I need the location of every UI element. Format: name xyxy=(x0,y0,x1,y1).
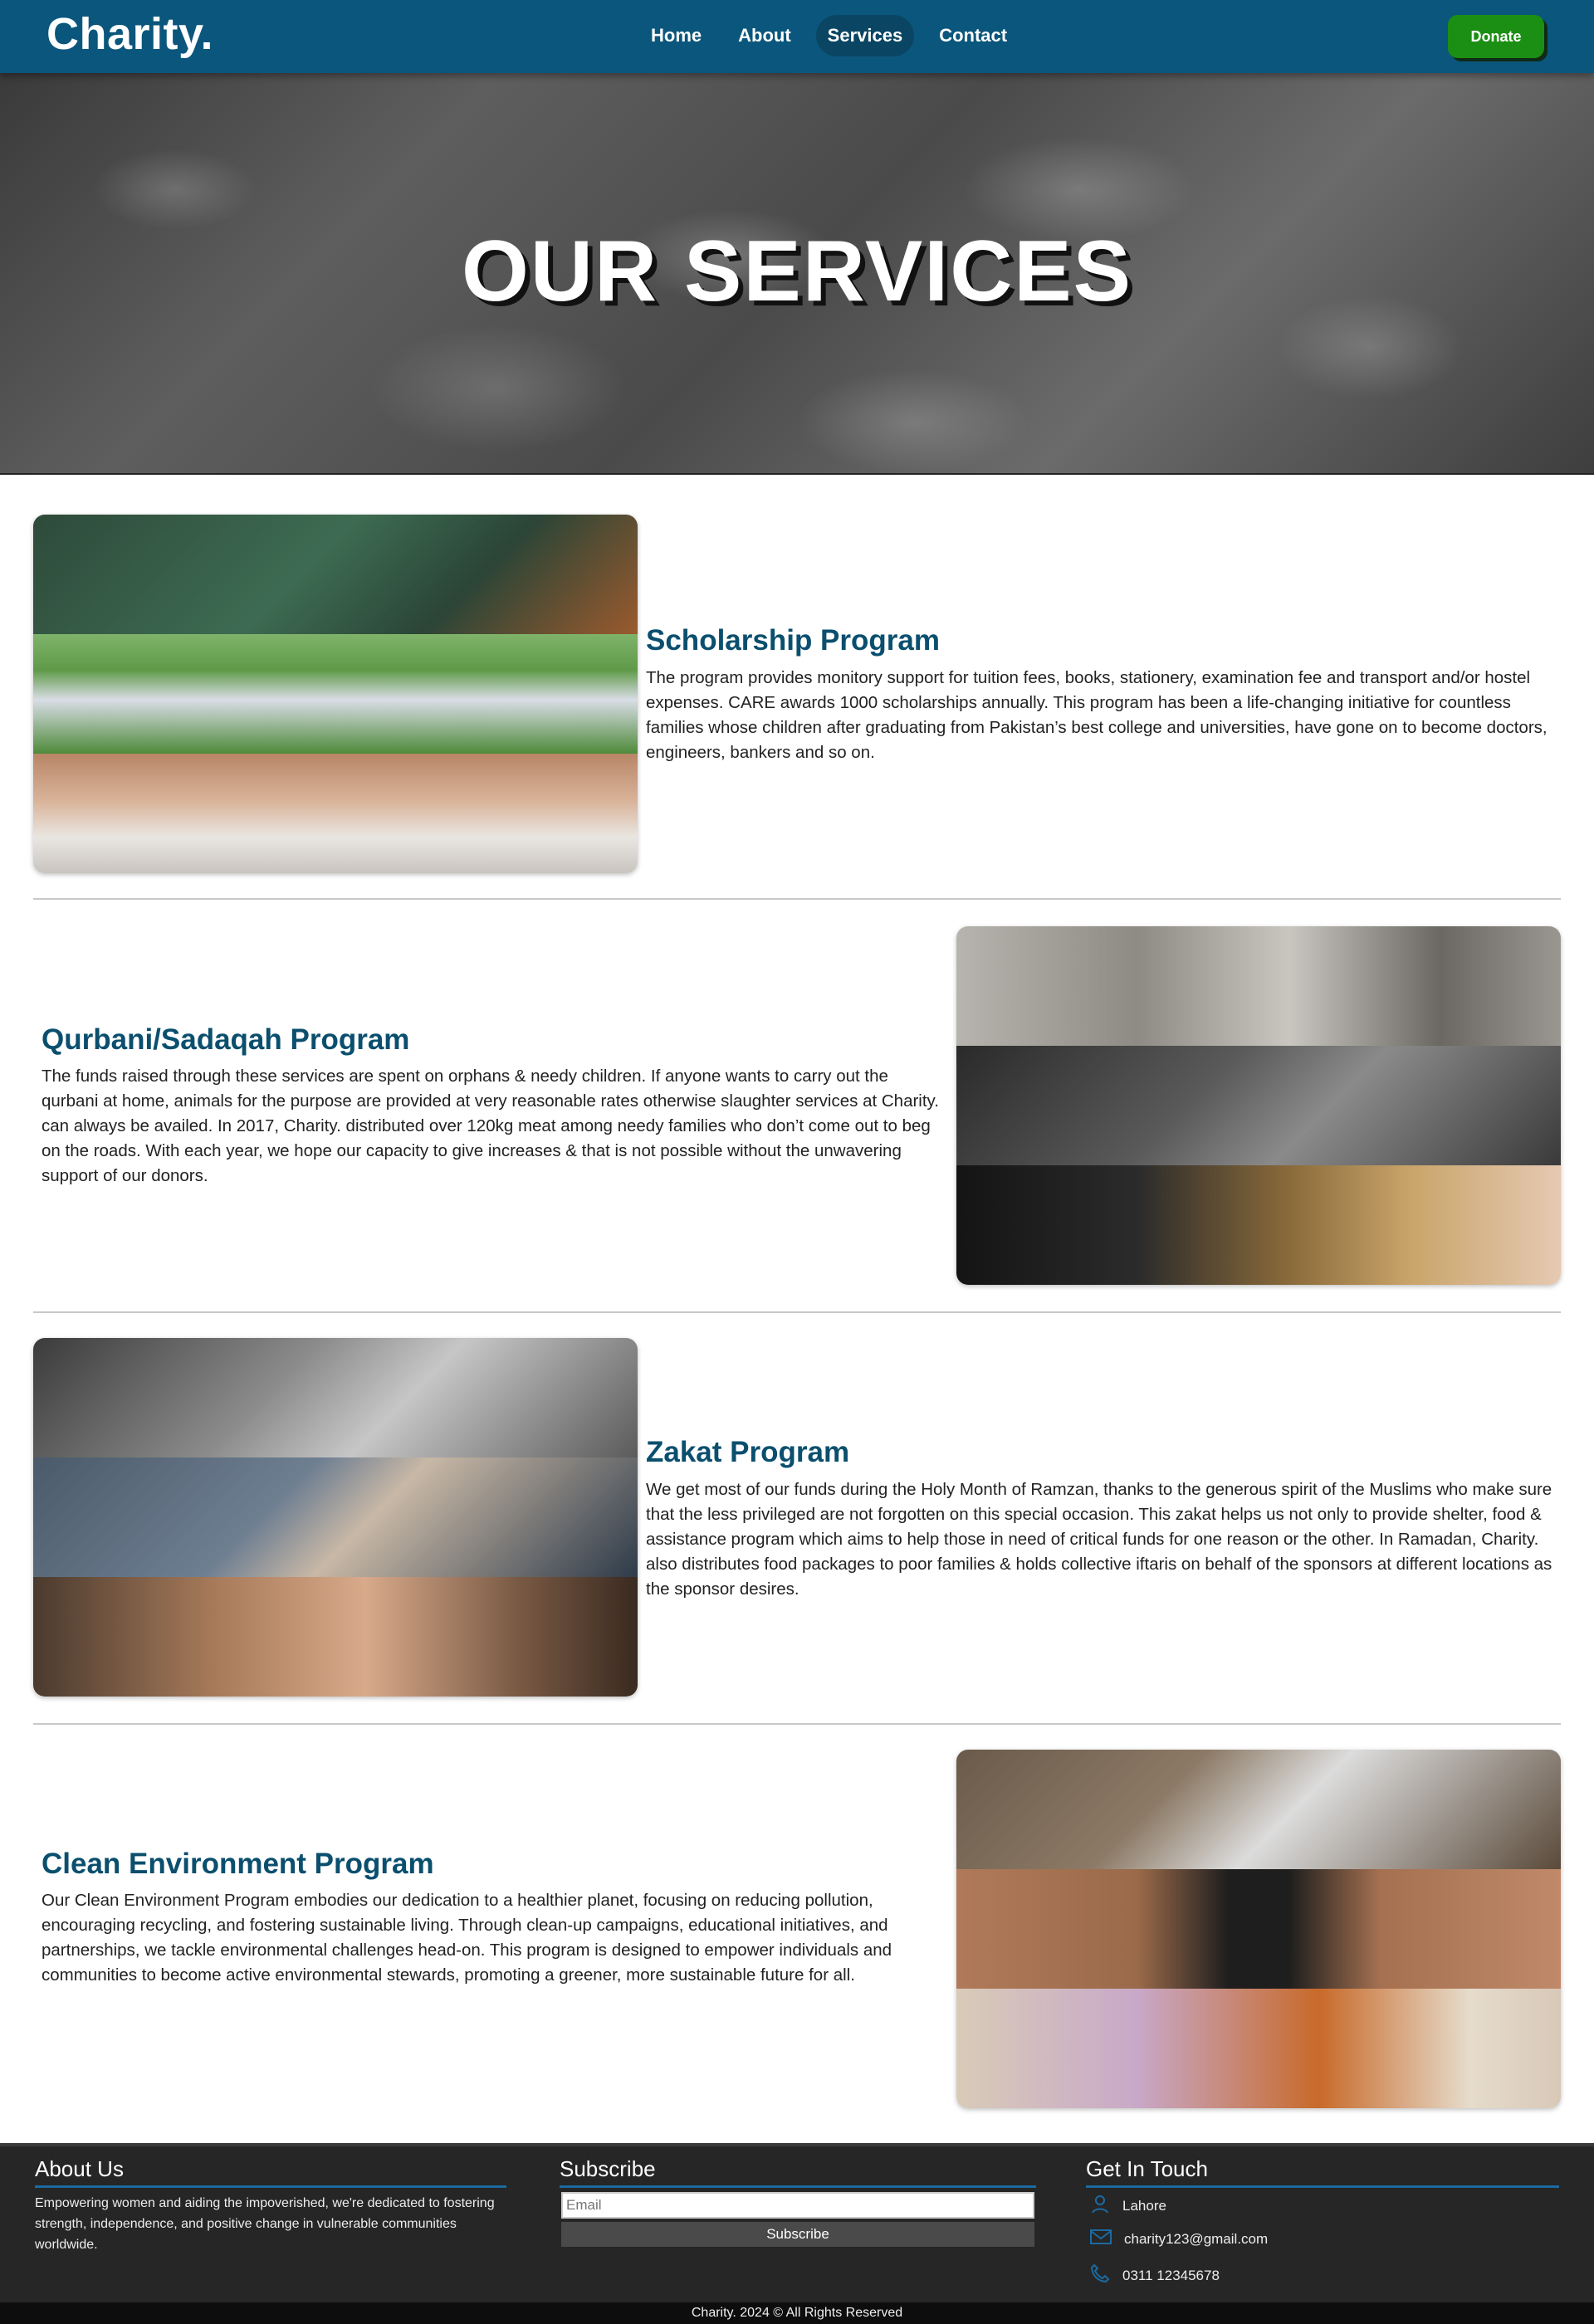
contact-email: charity123@gmail.com xyxy=(1089,2228,1268,2250)
brand-logo[interactable]: Charity. xyxy=(46,8,213,60)
service-text-scholarship: The program provides monitory support fo… xyxy=(646,668,1548,762)
scholarship-program-image xyxy=(33,515,638,873)
footer-contact: Get In Touch xyxy=(1086,2146,1559,2188)
hero-title: OUR SERVICES xyxy=(461,223,1133,320)
service-title-zakat: Zakat Program xyxy=(646,1436,850,1468)
footer-contact-heading: Get In Touch xyxy=(1086,2156,1559,2188)
clean-environment-program-image xyxy=(956,1750,1561,2108)
section-divider xyxy=(33,1311,1561,1313)
service-text-zakat: We get most of our funds during the Holy… xyxy=(646,1480,1552,1599)
footer-subscribe: Subscribe xyxy=(560,2146,1036,2188)
contact-phone-text[interactable]: 0311 12345678 xyxy=(1122,2268,1220,2284)
envelope-icon xyxy=(1089,2228,1112,2250)
zakat-program-image xyxy=(33,1338,638,1697)
service-title-scholarship: Scholarship Program xyxy=(646,624,940,657)
section-divider xyxy=(33,1723,1561,1725)
footer-subscribe-heading: Subscribe xyxy=(560,2156,1036,2188)
main-menu: Home About Services Contact xyxy=(639,15,1019,58)
contact-email-text[interactable]: charity123@gmail.com xyxy=(1124,2231,1268,2248)
footer-about-heading: About Us xyxy=(35,2156,506,2188)
footer-about: About Us Empowering women and aiding the… xyxy=(35,2146,506,2255)
nav-item-home[interactable]: Home xyxy=(639,15,713,56)
phone-icon xyxy=(1089,2263,1111,2288)
section-divider xyxy=(33,898,1561,900)
service-text-qurbani: The funds raised through these services … xyxy=(42,1067,939,1185)
site-footer: About Us Empowering women and aiding the… xyxy=(0,2143,1594,2306)
service-title-qurbani: Qurbani/Sadaqah Program xyxy=(42,1023,410,1056)
nav-item-about[interactable]: About xyxy=(726,15,803,56)
footer-about-text: Empowering women and aiding the impoveri… xyxy=(35,2196,495,2252)
nav-item-services[interactable]: Services xyxy=(815,15,915,56)
subscribe-button[interactable]: Subscribe xyxy=(561,2222,1034,2247)
hero-banner-image: OUR SERVICES xyxy=(0,73,1594,475)
donate-button[interactable]: Donate xyxy=(1448,15,1544,58)
nav-item-contact[interactable]: Contact xyxy=(927,15,1019,56)
contact-location-text: Lahore xyxy=(1122,2197,1166,2214)
location-pin-icon xyxy=(1089,2193,1111,2219)
copyright-bar: Charity. 2024 © All Rights Reserved xyxy=(0,2302,1594,2324)
qurbani-program-image xyxy=(956,926,1561,1285)
service-title-clean-environment: Clean Environment Program xyxy=(42,1848,434,1880)
contact-phone: 0311 12345678 xyxy=(1089,2263,1220,2288)
subscribe-email-input[interactable] xyxy=(561,2192,1034,2219)
service-text-clean-environment: Our Clean Environment Program embodies o… xyxy=(42,1891,892,1985)
contact-location: Lahore xyxy=(1089,2193,1166,2219)
top-navbar: Charity. Home About Services Contact Don… xyxy=(0,0,1594,73)
